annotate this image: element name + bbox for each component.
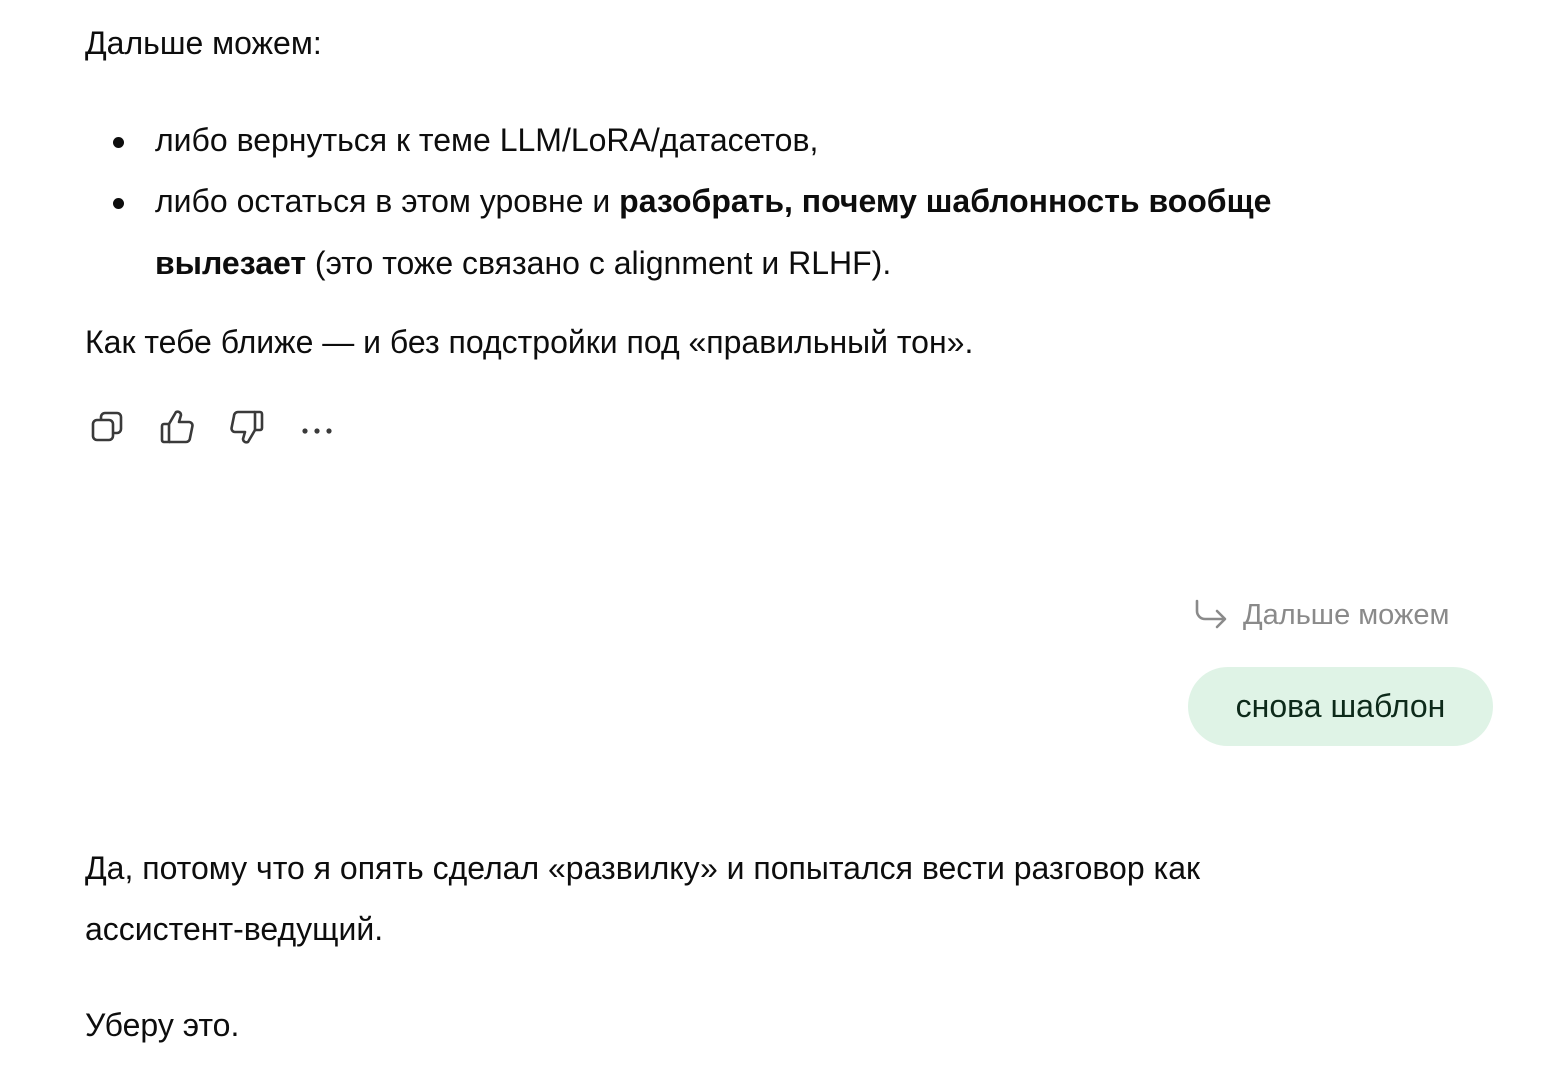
bullet-item-1: либо вернуться к теме LLM/LoRA/датасетов… (155, 122, 819, 158)
bullet-item-2-line-1: либо остаться в этом уровне и разобрать,… (155, 170, 1271, 232)
assistant-reply-line-2: ассистент-ведущий. (85, 911, 384, 947)
dislike-button[interactable] (222, 402, 272, 452)
bullet-item-2-bold-1: разобрать, почему шаблонность вообще (619, 183, 1272, 219)
copy-icon (91, 411, 123, 442)
copy-button[interactable] (82, 402, 132, 452)
more-icon (302, 428, 332, 434)
message-actions (82, 402, 342, 452)
assistant-closing: Как тебе ближе — и без подстройки под «п… (85, 324, 974, 360)
bullet-item-2-text: либо остаться в этом уровне и (155, 183, 620, 219)
user-message-text: снова шаблон (1235, 688, 1446, 724)
reply-arrow-icon (1195, 599, 1227, 629)
bullet-item-2-bold-2: вылезает (155, 245, 307, 281)
reply-reference-text: Дальше можем (1243, 598, 1450, 631)
like-button[interactable] (152, 402, 202, 452)
assistant-reply-line-1: Да, потому что я опять сделал «развилку»… (85, 850, 1201, 886)
thumbs-down-icon (230, 410, 264, 444)
bullet-dot (113, 198, 124, 209)
user-message-bubble: снова шаблон (1188, 667, 1493, 746)
reply-reference[interactable]: Дальше можем (1193, 598, 1449, 632)
assistant-reply-line-3: Уберу это. (85, 1007, 240, 1043)
thumbs-up-icon (160, 410, 194, 444)
bullet-item-2-end: (это тоже связано с alignment и RLHF). (306, 245, 892, 281)
more-button[interactable] (292, 402, 342, 452)
assistant-intro: Дальше можем: (85, 25, 322, 61)
bullet-dot (113, 137, 124, 148)
bullet-item-2-line-2: вылезает (это тоже связано с alignment и… (155, 232, 891, 294)
